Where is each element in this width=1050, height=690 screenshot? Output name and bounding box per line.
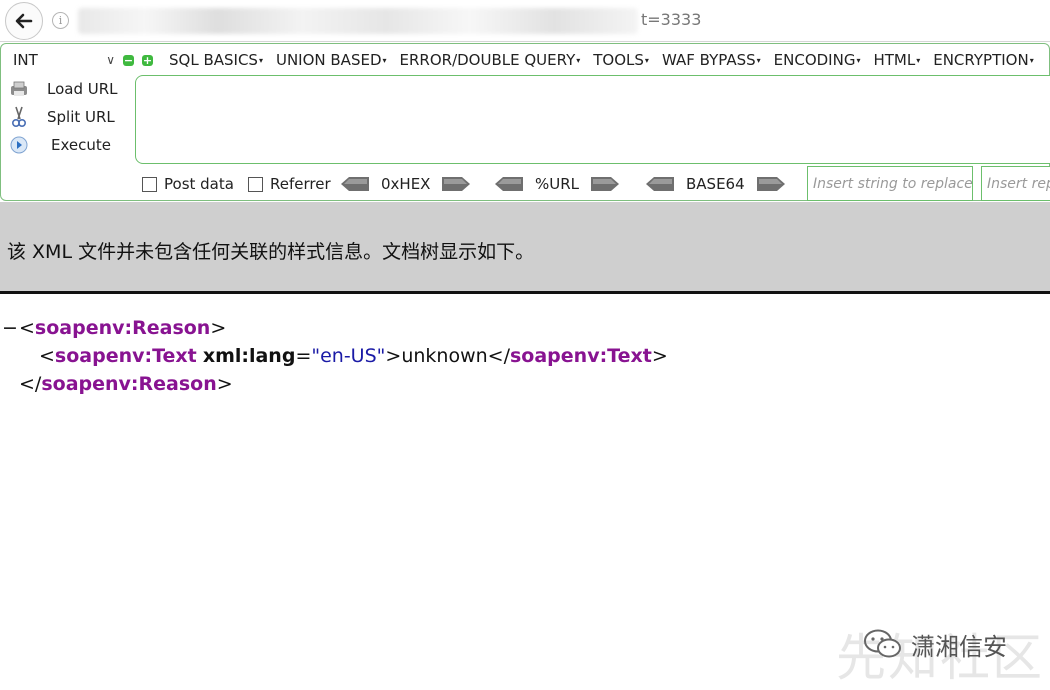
xml-tag-name: soapenv:Reason (34, 317, 211, 339)
xml-tag-name: soapenv:Text (54, 345, 197, 367)
menu-sql-basics[interactable]: SQL BASICS▾ (169, 51, 263, 69)
watermark-label: 潇湘信安 (911, 632, 1007, 661)
back-arrow-icon (15, 13, 33, 29)
back-button[interactable] (5, 2, 43, 40)
xml-text-element: <soapenv:Text xml:lang="en-US">unknown</… (39, 345, 668, 367)
hackbar-menu: − + SQL BASICS▾ UNION BASED▾ ERROR/DOUBL… (123, 48, 1047, 72)
xml-reason-close: </soapenv:Reason> (19, 373, 233, 395)
replacing-string-placeholder: Insert replacing string (987, 176, 1050, 192)
replace-string-placeholder: Insert string to replace (813, 176, 973, 192)
post-data-option[interactable]: Post data (142, 172, 234, 196)
execute-button[interactable]: Execute (9, 132, 111, 158)
load-url-label: Load URL (47, 80, 118, 98)
encode-left-arrow-icon[interactable] (495, 176, 523, 192)
hex-encoder: 0xHEX (341, 173, 471, 195)
collapse-toggle[interactable]: − (2, 314, 18, 342)
menu-encoding[interactable]: ENCODING▾ (774, 51, 861, 69)
menu-error-double-query[interactable]: ERROR/DOUBLE QUERY▾ (400, 51, 581, 69)
xml-text-content: unknown (401, 345, 488, 367)
xml-tag-name: soapenv:Text (510, 345, 652, 367)
chevron-down-icon: ∨ (106, 53, 115, 67)
encode-left-arrow-icon[interactable] (341, 176, 369, 192)
url-encode-label: %URL (535, 175, 580, 193)
load-url-icon (9, 79, 29, 99)
xml-attr-value: "en-US" (311, 345, 386, 367)
wechat-icon (864, 629, 901, 658)
decode-right-arrow-icon[interactable] (591, 176, 620, 192)
xml-attr-name: xml:lang (202, 345, 296, 367)
watermark: 潇湘信安 (863, 626, 1007, 662)
menu-waf-bypass[interactable]: WAF BYPASS▾ (662, 51, 761, 69)
post-data-checkbox[interactable] (142, 176, 157, 192)
injection-type-value: INT (13, 51, 38, 69)
injection-type-select[interactable]: INT ∨ (7, 48, 119, 72)
xml-reason-open: − <soapenv:Reason> (0, 314, 668, 342)
url-textarea[interactable] (135, 75, 1050, 164)
referrer-checkbox[interactable] (248, 176, 263, 192)
hex-label: 0xHEX (381, 175, 431, 193)
load-url-button[interactable]: Load URL (9, 76, 118, 102)
address-bar: i t=3333 (0, 0, 1050, 42)
split-url-button[interactable]: Split URL (9, 104, 115, 130)
referrer-option[interactable]: Referrer (248, 172, 331, 196)
xml-tree: − <soapenv:Reason> <soapenv:Text xml:lan… (0, 314, 668, 398)
encode-left-arrow-icon[interactable] (646, 176, 674, 192)
menu-union-based[interactable]: UNION BASED▾ (276, 51, 387, 69)
replace-string-input[interactable]: Insert string to replace (807, 166, 973, 201)
xml-info-banner: 该 XML 文件并未包含任何关联的样式信息。文档树显示如下。 (0, 202, 1050, 291)
decode-right-arrow-icon[interactable] (442, 176, 471, 192)
post-data-label: Post data (164, 175, 234, 193)
banner-divider (0, 291, 1050, 294)
url-redacted[interactable] (78, 8, 638, 34)
plus-icon[interactable]: + (142, 54, 153, 67)
play-icon (9, 135, 29, 155)
xml-tag-name: soapenv:Reason (41, 373, 217, 395)
menu-tools[interactable]: TOOLS▾ (593, 51, 649, 69)
menu-encryption[interactable]: ENCRYPTION▾ (933, 51, 1033, 69)
url-text[interactable]: t=3333 (641, 10, 701, 29)
info-icon[interactable]: i (52, 12, 69, 29)
base64-encoder: BASE64 (646, 173, 785, 195)
hackbar-panel: INT ∨ − + SQL BASICS▾ UNION BASED▾ ERROR… (0, 43, 1050, 201)
replacing-string-input[interactable]: Insert replacing string (981, 166, 1050, 201)
menu-html[interactable]: HTML▾ (873, 51, 920, 69)
base64-label: BASE64 (686, 175, 745, 193)
minus-icon[interactable]: − (123, 54, 134, 67)
referrer-label: Referrer (270, 175, 331, 193)
decode-right-arrow-icon[interactable] (756, 176, 785, 192)
xml-info-text: 该 XML 文件并未包含任何关联的样式信息。文档树显示如下。 (7, 241, 535, 263)
url-encoder: %URL (495, 173, 620, 195)
scissors-icon (9, 106, 29, 127)
split-url-label: Split URL (47, 108, 115, 126)
execute-label: Execute (51, 136, 111, 154)
